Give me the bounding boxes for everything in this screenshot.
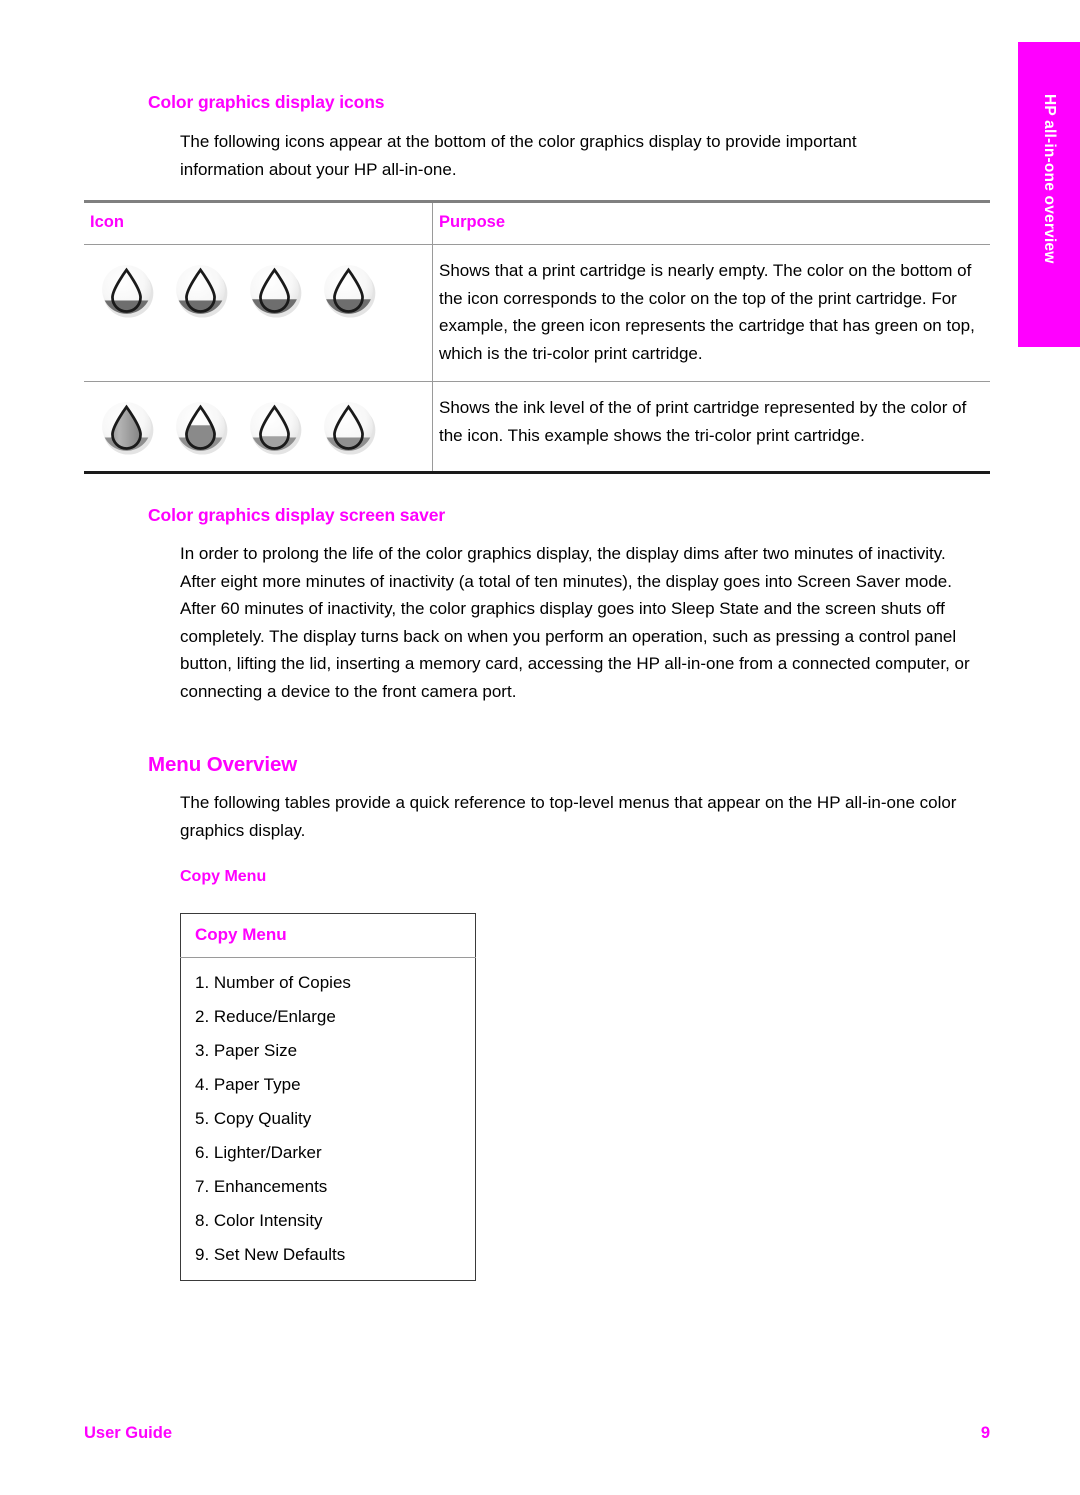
heading-text: Color graphics display screen saver bbox=[148, 505, 446, 525]
menu-item-label: 2. Reduce/Enlarge bbox=[195, 1007, 336, 1026]
menu-item-label: 4. Paper Type bbox=[195, 1075, 301, 1094]
menu-item-label: 9. Set New Defaults bbox=[195, 1245, 346, 1264]
table-row: Shows the ink level of the of print cart… bbox=[84, 381, 990, 474]
page-content: Color graphics display icons The followi… bbox=[0, 0, 1018, 1495]
list-item: 7. Enhancements bbox=[181, 1169, 476, 1203]
menu-item-label: 3. Paper Size bbox=[195, 1041, 298, 1060]
cell-purpose-text: Shows that a print cartridge is nearly e… bbox=[432, 244, 990, 382]
ink-drop-icon bbox=[250, 265, 302, 318]
paragraph-icons-intro: The following icons appear at the bottom… bbox=[180, 128, 940, 183]
icon-purpose-table: Icon Purpose Shows that a print cartridg… bbox=[84, 200, 990, 474]
list-item: 4. Paper Type bbox=[181, 1067, 476, 1101]
table-header-row: Copy Menu bbox=[180, 913, 476, 958]
ink-level-icon-group bbox=[96, 394, 418, 457]
cell-purpose-text: Shows the ink level of the of print cart… bbox=[432, 381, 990, 474]
cell-icon-group-empty bbox=[84, 244, 433, 382]
menu-item-label: 8. Color Intensity bbox=[195, 1211, 323, 1230]
list-item: 1. Number of Copies bbox=[181, 958, 476, 1000]
menu-item-label: 5. Copy Quality bbox=[195, 1109, 312, 1128]
subheading-copy-menu: Copy Menu bbox=[180, 868, 880, 886]
column-header-purpose: Purpose bbox=[432, 200, 990, 245]
list-item: 3. Paper Size bbox=[181, 1033, 476, 1067]
side-tab-label: HP all-in-one overview bbox=[1041, 94, 1058, 264]
list-item: 6. Lighter/Darker bbox=[181, 1135, 476, 1169]
list-item: 9. Set New Defaults bbox=[181, 1237, 476, 1281]
ink-drop-icon bbox=[176, 265, 228, 318]
footer-label: User Guide bbox=[84, 1424, 173, 1442]
cell-icon-group-levels bbox=[84, 381, 433, 474]
menu-item-label: 1. Number of Copies bbox=[195, 973, 351, 992]
subheading-text: Copy Menu bbox=[180, 868, 267, 885]
heading-color-graphics-display-icons: Color graphics display icons bbox=[148, 92, 848, 113]
menu-item-label: 7. Enhancements bbox=[195, 1177, 328, 1196]
heading-text: Color graphics display icons bbox=[148, 92, 385, 112]
ink-drop-icon bbox=[102, 265, 154, 318]
copy-menu-title: Copy Menu bbox=[180, 913, 476, 958]
heading-menu-overview: Menu Overview bbox=[148, 753, 848, 777]
ink-drop-icon bbox=[102, 402, 154, 455]
ink-drop-icon bbox=[324, 265, 376, 318]
list-item: 8. Color Intensity bbox=[181, 1203, 476, 1237]
list-item: 5. Copy Quality bbox=[181, 1101, 476, 1135]
paragraph-text: In order to prolong the life of the colo… bbox=[180, 544, 970, 701]
heading-color-graphics-display-screen-saver: Color graphics display screen saver bbox=[148, 505, 848, 526]
paragraph-menu-overview: The following tables provide a quick ref… bbox=[180, 789, 970, 844]
ink-drop-icon bbox=[250, 402, 302, 455]
ink-drop-icon bbox=[324, 402, 376, 455]
column-header-icon: Icon bbox=[84, 200, 433, 245]
paragraph-screen-saver: In order to prolong the life of the colo… bbox=[180, 540, 970, 705]
heading-text: Menu Overview bbox=[148, 753, 298, 776]
copy-menu-table: Copy Menu 1. Number of Copies 2. Reduce/… bbox=[180, 913, 476, 1281]
list-item: 2. Reduce/Enlarge bbox=[181, 999, 476, 1033]
table-header-row: Icon Purpose bbox=[84, 200, 990, 245]
ink-drop-empty-icon-group bbox=[96, 257, 418, 320]
page-footer: User Guide 9 bbox=[84, 1424, 990, 1443]
side-tab-hp-all-in-one-overview: HP all-in-one overview bbox=[1018, 42, 1080, 347]
menu-item-label: 6. Lighter/Darker bbox=[195, 1143, 322, 1162]
table-row: Shows that a print cartridge is nearly e… bbox=[84, 244, 990, 382]
paragraph-text: The following tables provide a quick ref… bbox=[180, 793, 957, 840]
paragraph-text: The following icons appear at the bottom… bbox=[180, 132, 857, 179]
ink-drop-icon bbox=[176, 402, 228, 455]
page-number: 9 bbox=[980, 1424, 990, 1442]
